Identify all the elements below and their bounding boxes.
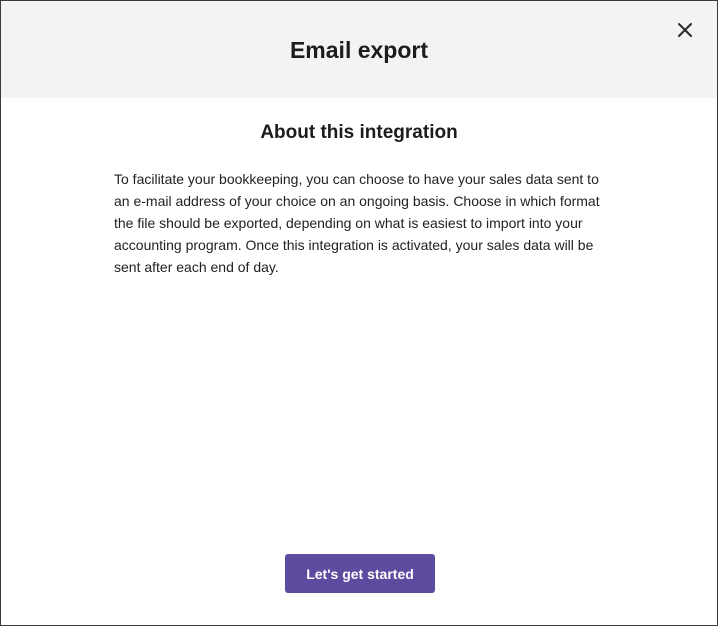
modal-header: Email export — [1, 1, 717, 98]
close-button[interactable] — [673, 18, 697, 42]
email-export-modal: Email export About this integration To f… — [0, 0, 718, 626]
section-heading: About this integration — [260, 122, 458, 143]
integration-description: To facilitate your bookkeeping, you can … — [114, 171, 600, 275]
modal-title: Email export — [289, 37, 429, 63]
get-started-button[interactable]: Let's get started — [285, 554, 435, 593]
close-icon — [678, 23, 692, 37]
